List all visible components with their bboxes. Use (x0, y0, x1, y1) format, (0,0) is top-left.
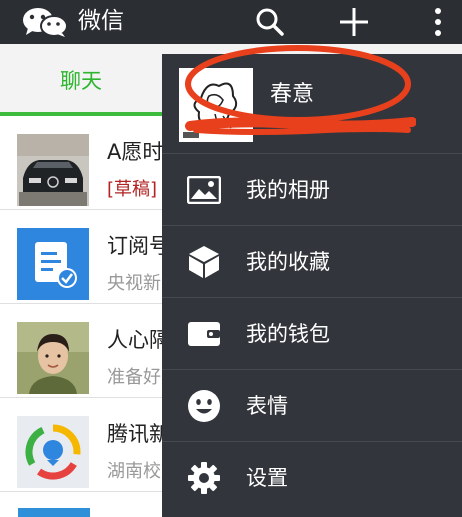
wechat-logo-icon (23, 8, 68, 37)
menu-item-stickers[interactable]: 表情 (162, 370, 462, 442)
menu-label: 我的钱包 (246, 322, 330, 346)
chat-name: 腾讯新 (107, 422, 170, 446)
chat-avatar-car (17, 134, 89, 206)
tab-active-indicator (0, 112, 162, 116)
partial-avatar (18, 508, 90, 517)
search-button[interactable] (250, 0, 290, 44)
plus-icon (340, 8, 368, 36)
menu-item-album[interactable]: 我的相册 (162, 154, 462, 226)
profile-avatar (179, 68, 253, 142)
menu-label: 设置 (246, 466, 288, 490)
subscription-icon (17, 228, 89, 300)
menu-label: 我的收藏 (246, 250, 330, 274)
wallet-icon (186, 316, 222, 352)
chat-avatar-tencent-news (17, 416, 89, 488)
chat-preview: 湖南校 (107, 461, 161, 482)
chat-avatar-person (17, 322, 89, 394)
favorites-cube-icon (186, 244, 222, 280)
menu-label: 我的相册 (246, 178, 330, 202)
menu-profile[interactable]: 春意 (162, 54, 462, 154)
menu-label: 表情 (246, 394, 288, 418)
settings-gear-icon (186, 460, 222, 496)
photo-album-icon (186, 172, 222, 208)
chat-preview: 准备好 (107, 367, 161, 388)
chat-name: 订阅号 (107, 234, 170, 258)
tab-chats[interactable]: 聊天 (0, 44, 162, 116)
menu-item-favorites[interactable]: 我的收藏 (162, 226, 462, 298)
chat-avatar-subscriptions (17, 228, 89, 300)
tab-chats-label: 聊天 (60, 69, 102, 93)
draft-tag: [草稿] (107, 179, 158, 200)
chat-preview: [草稿] (107, 175, 157, 201)
tencent-news-icon (17, 416, 89, 488)
search-icon (256, 8, 284, 36)
chat-preview: 央视新 (107, 273, 161, 294)
overflow-menu: 春意 我的相册 我的收藏 我的钱包 表情 设置 (162, 54, 462, 517)
app-title: 微信 (78, 8, 124, 34)
action-bar: 微信 (0, 0, 462, 44)
chat-name: 人心隔 (107, 328, 170, 352)
smiley-icon (186, 388, 222, 424)
more-options-button[interactable] (420, 0, 456, 44)
menu-item-settings[interactable]: 设置 (162, 442, 462, 514)
chat-name: A愿时 (107, 140, 164, 164)
add-button[interactable] (333, 0, 375, 44)
profile-name: 春意 (270, 82, 315, 107)
more-vertical-icon (435, 8, 441, 36)
menu-item-wallet[interactable]: 我的钱包 (162, 298, 462, 370)
